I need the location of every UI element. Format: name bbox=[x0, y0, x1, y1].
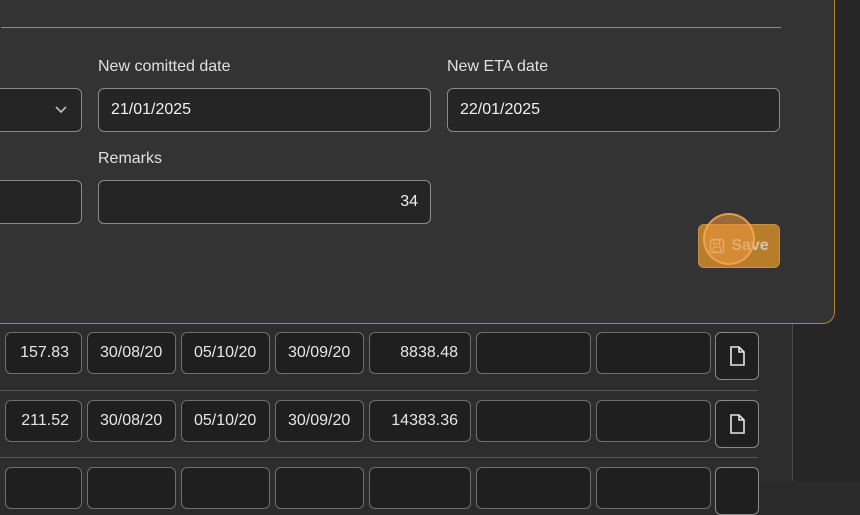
remarks-label: Remarks bbox=[98, 150, 163, 167]
total-cell[interactable]: 14383.36 bbox=[369, 400, 471, 442]
dialog-divider bbox=[1, 27, 781, 28]
save-button[interactable]: Save bbox=[698, 224, 780, 268]
total-cell[interactable]: 8838.48 bbox=[369, 332, 471, 374]
file-icon bbox=[730, 414, 745, 434]
empty-cell[interactable] bbox=[476, 467, 591, 509]
chevron-down-icon bbox=[55, 106, 67, 114]
total-cell[interactable] bbox=[369, 467, 471, 509]
empty-cell[interactable] bbox=[596, 332, 711, 374]
amount-cell[interactable] bbox=[5, 467, 82, 509]
date-cell[interactable]: 30/08/20 bbox=[87, 400, 176, 442]
empty-cell[interactable] bbox=[596, 400, 711, 442]
empty-cell[interactable] bbox=[476, 400, 591, 442]
date-cell[interactable]: 05/10/20 bbox=[181, 332, 270, 374]
date-cell[interactable]: 05/10/20 bbox=[181, 400, 270, 442]
empty-cell[interactable] bbox=[596, 467, 711, 509]
new-eta-date-field[interactable]: 22/01/2025 bbox=[447, 88, 780, 132]
date-cell[interactable]: 30/09/20 bbox=[275, 332, 364, 374]
date-cell[interactable] bbox=[275, 467, 364, 509]
new-committed-date-label: New comitted date bbox=[98, 58, 231, 75]
row-divider bbox=[0, 457, 758, 458]
new-eta-date-label: New ETA date bbox=[447, 58, 549, 75]
row-divider bbox=[0, 390, 758, 391]
remarks-field[interactable]: 34 bbox=[98, 180, 431, 224]
date-cell[interactable] bbox=[181, 467, 270, 509]
status-dropdown[interactable] bbox=[0, 88, 82, 132]
date-cell[interactable]: 30/09/20 bbox=[275, 400, 364, 442]
new-committed-date-field[interactable]: 21/01/2025 bbox=[98, 88, 431, 132]
empty-cell[interactable] bbox=[476, 332, 591, 374]
date-cell[interactable]: 30/08/20 bbox=[87, 332, 176, 374]
document-button[interactable] bbox=[715, 467, 759, 515]
floppy-disk-icon bbox=[710, 238, 725, 254]
date-cell[interactable] bbox=[87, 467, 176, 509]
file-icon bbox=[730, 346, 745, 366]
amount-cell[interactable]: 211.52 bbox=[5, 400, 82, 442]
amount-cell[interactable]: 157.83 bbox=[5, 332, 82, 374]
document-button[interactable] bbox=[715, 400, 759, 448]
partial-field[interactable] bbox=[0, 180, 82, 224]
document-button[interactable] bbox=[715, 332, 759, 380]
save-button-label: Save bbox=[731, 237, 769, 254]
